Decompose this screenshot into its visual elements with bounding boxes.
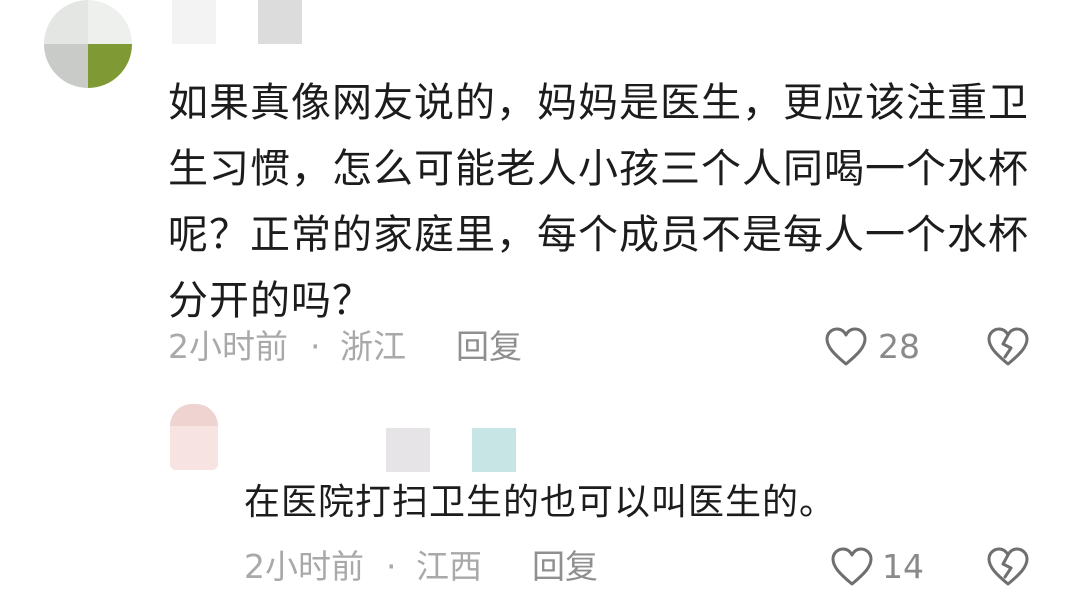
separator-dot: · [386, 547, 397, 586]
location: 浙江 [340, 327, 406, 366]
timestamp: 2小时前 [244, 547, 364, 586]
username-censored[interactable] [172, 0, 302, 44]
separator-dot: · [310, 327, 321, 366]
comment-body: 在医院打扫卫生的也可以叫医生的。 [244, 482, 837, 523]
like-count: 14 [882, 547, 924, 586]
comment-thread: 如果真像网友说的，妈妈是医生，更应该注重卫 生习惯，怎么可能老人小孩三个人同喝一… [0, 0, 1080, 610]
reply-button[interactable]: 回复 [532, 542, 598, 592]
comment-line: 呢？正常的家庭里，每个成员不是每人一个水杯 [168, 212, 1029, 258]
comment-line: 生习惯，怎么可能老人小孩三个人同喝一个水杯 [168, 146, 1029, 192]
broken-heart-icon[interactable] [986, 326, 1030, 372]
comment-meta: 2小时前 · 江西 回复 14 [244, 542, 1044, 592]
reply-button[interactable]: 回复 [456, 322, 522, 372]
comment-meta: 2小时前 · 浙江 回复 28 [168, 322, 1068, 372]
comment-line: 如果真像网友说的，妈妈是医生，更应该注重卫 [168, 80, 1029, 126]
avatar[interactable] [170, 404, 218, 470]
avatar[interactable] [44, 0, 132, 88]
location: 江西 [416, 547, 482, 586]
heart-outline-icon[interactable] [830, 546, 874, 592]
broken-heart-icon[interactable] [986, 546, 1030, 592]
comment-body: 如果真像网友说的，妈妈是医生，更应该注重卫 生习惯，怎么可能老人小孩三个人同喝一… [168, 70, 1048, 334]
like-count: 28 [878, 327, 920, 366]
username-censored[interactable] [386, 428, 586, 476]
timestamp: 2小时前 [168, 327, 288, 366]
heart-outline-icon[interactable] [824, 326, 868, 372]
